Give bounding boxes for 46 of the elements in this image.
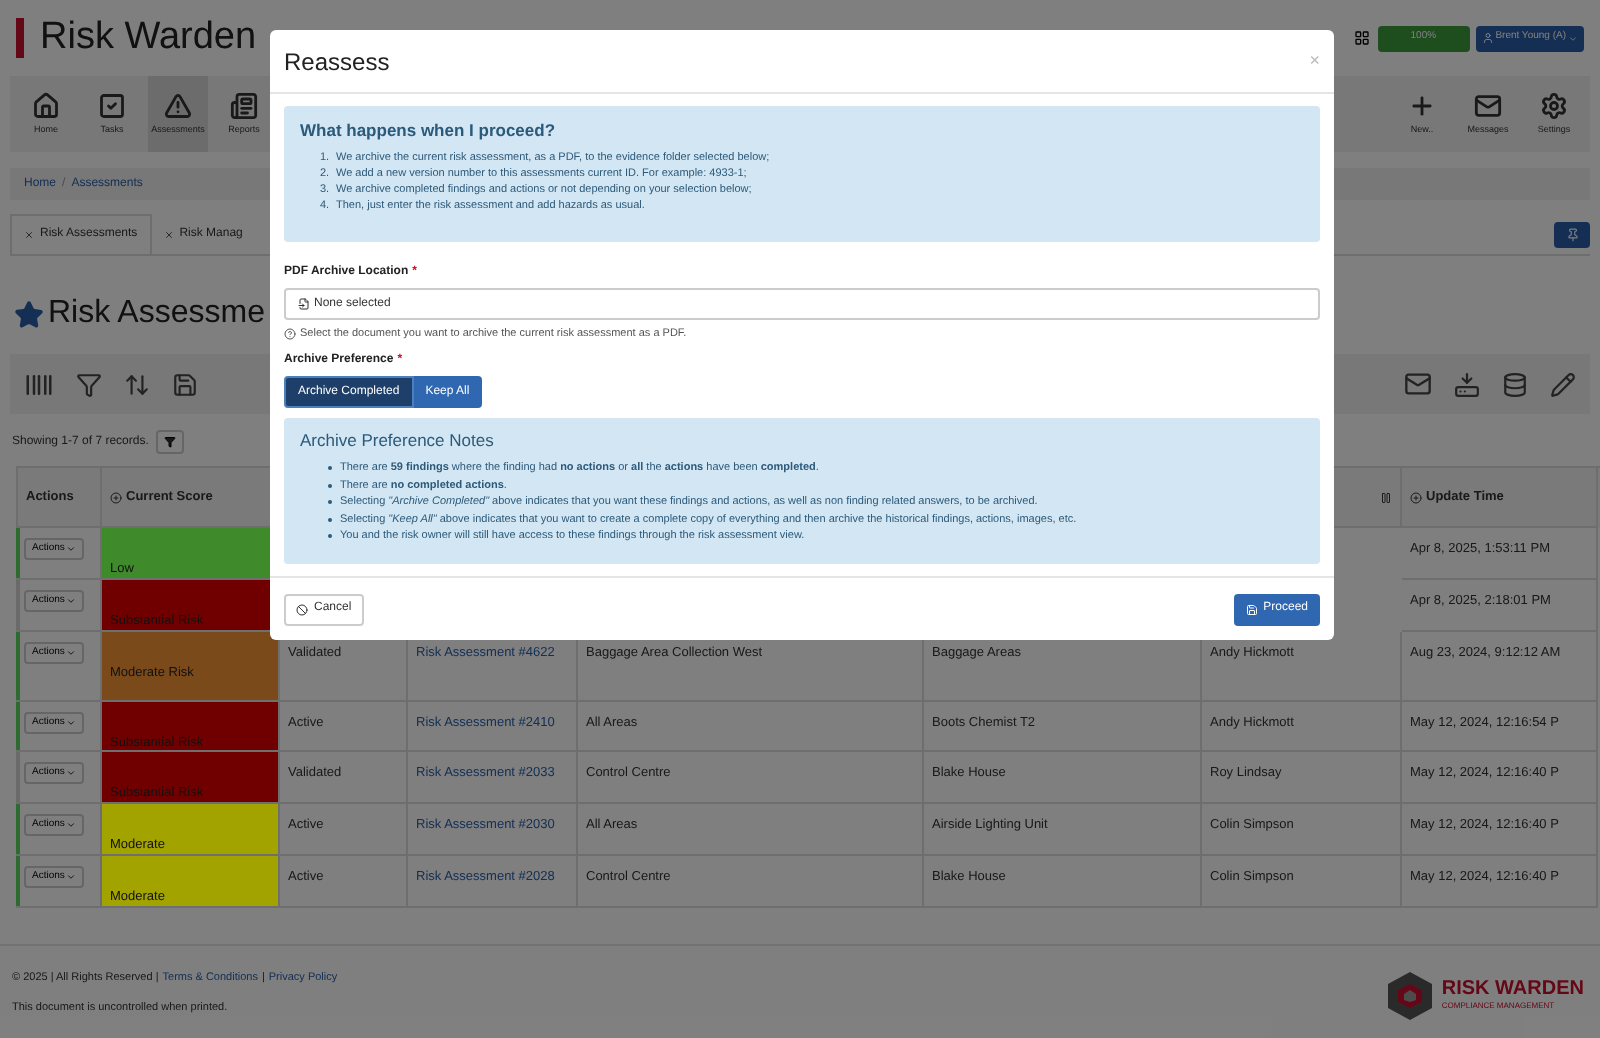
barcode-icon[interactable] — [24, 369, 54, 399]
caret-icon — [66, 596, 77, 606]
caret-icon — [1568, 33, 1578, 43]
cancel-icon — [296, 603, 308, 615]
grid-button[interactable] — [1351, 26, 1372, 50]
caret-icon — [66, 718, 77, 728]
caret-icon — [66, 648, 77, 658]
caret-icon — [66, 820, 77, 830]
pin-icon — [1565, 228, 1579, 242]
brand-bar — [16, 18, 24, 58]
hexagon-logo-icon — [1383, 970, 1436, 1022]
mail-icon — [1474, 91, 1502, 120]
database-icon[interactable] — [1502, 371, 1528, 397]
user-icon — [1481, 32, 1494, 44]
pin-button[interactable] — [1554, 222, 1590, 248]
save-icon — [1245, 603, 1258, 615]
mail-icon[interactable] — [1404, 370, 1432, 398]
modal-title: Reassess — [284, 45, 390, 79]
logo-name: RISK WARDEN — [1441, 980, 1584, 1000]
plus-icon — [1408, 91, 1436, 120]
caret-icon — [66, 768, 77, 778]
sort-icon — [1410, 491, 1422, 503]
help-icon — [284, 328, 296, 341]
sort-icon[interactable] — [124, 371, 150, 397]
notes-title: Archive Preference Notes — [300, 428, 496, 454]
caret-icon — [66, 872, 77, 882]
filter-button[interactable] — [156, 430, 185, 454]
sort-icon — [110, 491, 122, 503]
column-toggle-icon[interactable] — [1380, 491, 1392, 503]
star-icon — [14, 299, 44, 329]
document-icon — [230, 91, 258, 120]
document-icon — [298, 298, 310, 310]
filter-icon[interactable] — [76, 371, 102, 397]
info-title: What happens when I proceed? — [300, 118, 558, 144]
download-icon[interactable] — [1454, 371, 1480, 397]
page-title: Risk Assessme — [48, 294, 265, 334]
warning-icon — [164, 91, 192, 120]
save-icon[interactable] — [172, 371, 198, 397]
pencil-icon[interactable] — [1550, 371, 1576, 397]
checkbox-icon — [98, 91, 126, 120]
filter-icon — [164, 436, 177, 448]
settings-icon — [1540, 91, 1568, 120]
caret-icon — [66, 544, 77, 554]
grid-icon — [1353, 30, 1370, 46]
brand-title: Risk Warden — [40, 13, 257, 62]
home-icon — [32, 91, 60, 120]
